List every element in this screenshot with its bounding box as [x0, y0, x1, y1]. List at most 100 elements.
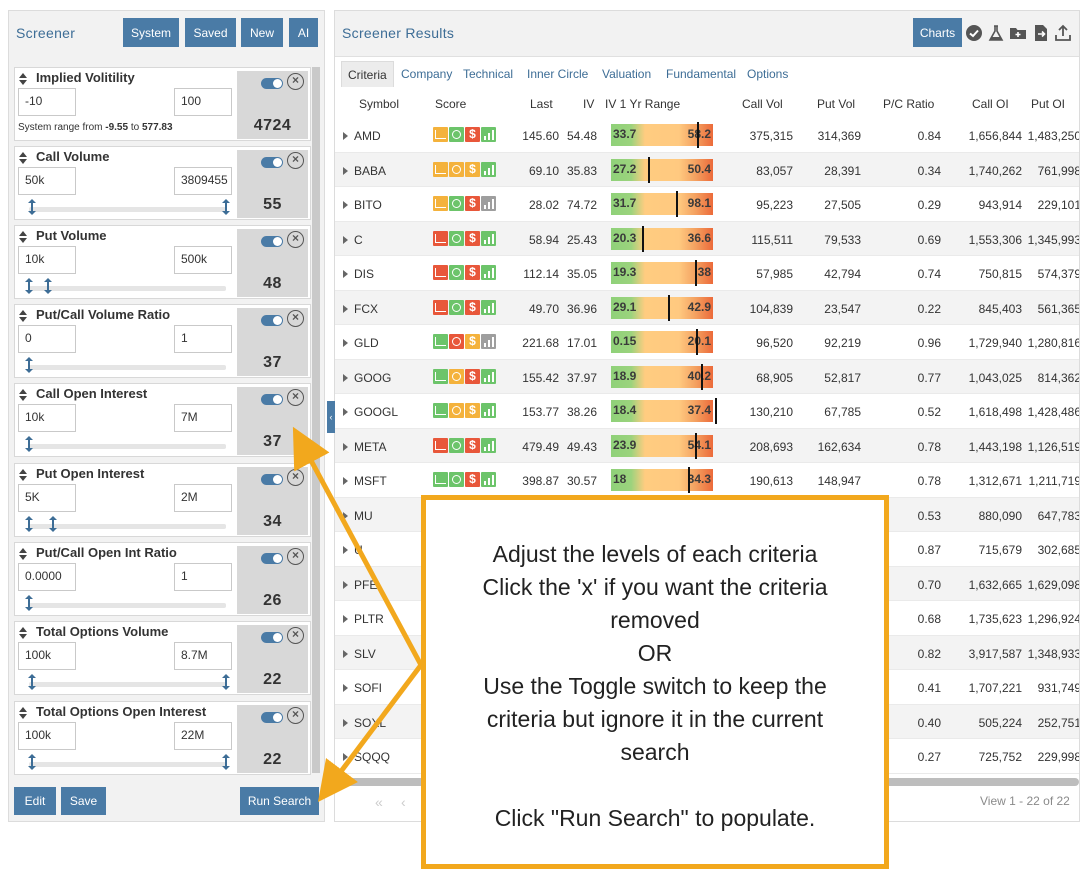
symbol[interactable]: MU: [354, 509, 373, 523]
min-input[interactable]: 100k: [18, 642, 76, 670]
tab-company[interactable]: Company: [395, 61, 458, 87]
tab-fundamental[interactable]: Fundamental: [660, 61, 742, 87]
slider-handle[interactable]: [25, 595, 33, 611]
first-page-icon[interactable]: «: [375, 794, 383, 810]
symbol[interactable]: GLD: [354, 336, 379, 350]
table-row[interactable]: MSFT $398.87 30.57 18 34.3 190,613 148,947 0.78…: [335, 463, 1079, 498]
max-input[interactable]: 100: [174, 88, 232, 116]
slider-max-handle[interactable]: [49, 516, 57, 532]
sort-icon[interactable]: [19, 627, 27, 639]
col-symbol[interactable]: Symbol: [359, 97, 399, 111]
symbol[interactable]: META: [354, 440, 386, 454]
table-row[interactable]: BITO $28.02 74.72 31.7 98.1 95,223 27,505 0.29 9…: [335, 187, 1079, 222]
upload-icon[interactable]: [1054, 24, 1072, 42]
expand-row-icon[interactable]: [343, 718, 348, 727]
max-input[interactable]: 3809455: [174, 167, 232, 195]
criterion-toggle[interactable]: [261, 553, 283, 564]
range-slider[interactable]: [29, 762, 226, 767]
table-row[interactable]: GLD $221.68 17.01 0.15 20.1 96,520 92,219 0.96 1…: [335, 325, 1079, 360]
max-input[interactable]: 1: [174, 563, 232, 591]
tab-valuation[interactable]: Valuation: [596, 61, 657, 87]
charts-button[interactable]: Charts: [913, 18, 962, 47]
range-slider[interactable]: [29, 682, 226, 687]
remove-criterion-icon[interactable]: ×: [287, 469, 304, 486]
criterion-toggle[interactable]: [261, 632, 283, 643]
sort-icon[interactable]: [19, 152, 27, 164]
saved-button[interactable]: Saved: [185, 18, 236, 47]
slider-max-handle[interactable]: [222, 754, 230, 770]
sort-icon[interactable]: [19, 231, 27, 243]
max-input[interactable]: 7M: [174, 404, 232, 432]
slider-handle[interactable]: [25, 357, 33, 373]
expand-row-icon[interactable]: [343, 649, 348, 658]
criterion-toggle[interactable]: [261, 157, 283, 168]
expand-row-icon[interactable]: [343, 477, 348, 485]
table-row[interactable]: GOOGL $153.77 38.26 18.4 37.4 130,210 67,785 0.…: [335, 394, 1079, 429]
expand-row-icon[interactable]: [343, 235, 348, 244]
min-input[interactable]: -10: [18, 88, 76, 116]
symbol[interactable]: SQQQ: [354, 750, 390, 764]
symbol[interactable]: DIS: [354, 267, 374, 281]
run-search-button[interactable]: Run Search: [240, 787, 319, 815]
remove-criterion-icon[interactable]: ×: [287, 389, 304, 406]
criterion-toggle[interactable]: [261, 236, 283, 247]
table-row[interactable]: GOOG $155.42 37.97 18.9 40.2 68,905 52,817 0.77…: [335, 359, 1079, 394]
range-slider[interactable]: [29, 365, 226, 370]
table-row[interactable]: META $479.49 49.43 23.9 54.1 208,693 162,634 0.…: [335, 428, 1079, 463]
symbol[interactable]: MSFT: [354, 474, 387, 488]
symbol[interactable]: BABA: [354, 164, 386, 178]
prev-page-icon[interactable]: ‹: [401, 794, 406, 810]
col-iv-range[interactable]: IV 1 Yr Range: [605, 97, 680, 111]
expand-row-icon[interactable]: [343, 615, 348, 623]
min-input[interactable]: 5K: [18, 484, 76, 512]
col-last[interactable]: Last: [530, 97, 553, 111]
sort-icon[interactable]: [19, 389, 27, 401]
col-put-oi[interactable]: Put OI: [1031, 97, 1065, 111]
slider-min-handle[interactable]: [28, 754, 36, 770]
col-iv[interactable]: IV: [583, 97, 594, 111]
col-call-oi[interactable]: Call OI: [972, 97, 1009, 111]
symbol[interactable]: PLTR: [354, 612, 384, 626]
symbol[interactable]: BITO: [354, 198, 382, 212]
expand-row-icon[interactable]: [343, 580, 348, 589]
max-input[interactable]: 8.7M: [174, 642, 232, 670]
symbol[interactable]: PFE: [354, 578, 377, 592]
min-input[interactable]: 100k: [18, 722, 76, 750]
sort-icon[interactable]: [19, 707, 27, 719]
slider-max-handle[interactable]: [44, 278, 52, 294]
symbol[interactable]: SOXL: [354, 716, 386, 730]
slider-min-handle[interactable]: [28, 674, 36, 690]
criterion-toggle[interactable]: [261, 394, 283, 405]
col-score[interactable]: Score: [435, 97, 466, 111]
remove-criterion-icon[interactable]: ×: [287, 548, 304, 565]
expand-row-icon[interactable]: [343, 201, 348, 209]
expand-row-icon[interactable]: [343, 304, 348, 313]
range-slider[interactable]: [29, 444, 226, 449]
slider-max-handle[interactable]: [222, 199, 230, 215]
remove-criterion-icon[interactable]: ×: [287, 73, 304, 90]
expand-row-icon[interactable]: [343, 339, 348, 347]
slider-min-handle[interactable]: [25, 278, 33, 294]
edit-button[interactable]: Edit: [14, 787, 56, 815]
symbol[interactable]: C: [354, 233, 363, 247]
remove-criterion-icon[interactable]: ×: [287, 310, 304, 327]
max-input[interactable]: 22M: [174, 722, 232, 750]
col-call-vol[interactable]: Call Vol: [742, 97, 783, 111]
tab-inner-circle[interactable]: Inner Circle: [521, 61, 594, 87]
range-slider[interactable]: [29, 207, 226, 212]
max-input[interactable]: 2M: [174, 484, 232, 512]
sort-icon[interactable]: [19, 548, 27, 560]
table-row[interactable]: C $58.94 25.43 20.3 36.6 115,511 79,533 0.69 1,5…: [335, 221, 1079, 256]
range-slider[interactable]: [29, 286, 226, 291]
save-button[interactable]: Save: [61, 787, 106, 815]
col-put-vol[interactable]: Put Vol: [817, 97, 855, 111]
remove-criterion-icon[interactable]: ×: [287, 627, 304, 644]
expand-row-icon[interactable]: [343, 408, 348, 416]
table-row[interactable]: BABA $69.10 35.83 27.2 50.4 83,057 28,391 0.34 1…: [335, 152, 1079, 187]
sort-icon[interactable]: [19, 310, 27, 322]
tab-options[interactable]: Options: [741, 61, 794, 87]
col-pc-ratio[interactable]: P/C Ratio: [883, 97, 934, 111]
collapse-panel-handle[interactable]: ‹: [327, 401, 335, 433]
max-input[interactable]: 500k: [174, 246, 232, 274]
remove-criterion-icon[interactable]: ×: [287, 707, 304, 724]
